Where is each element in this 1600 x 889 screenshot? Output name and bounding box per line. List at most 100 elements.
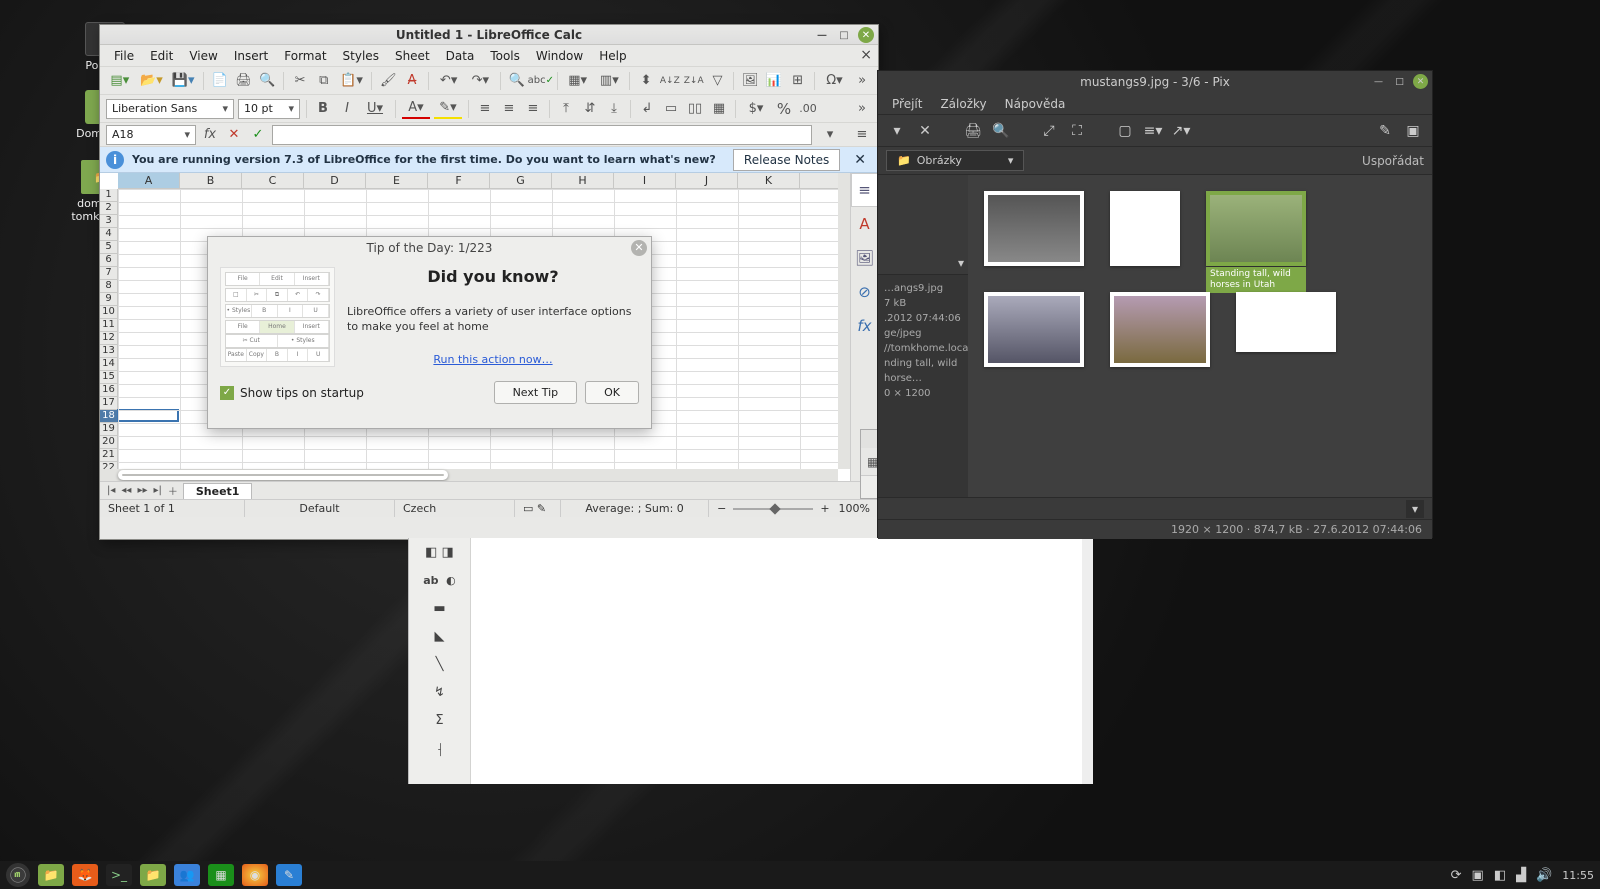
pix-back-icon[interactable]: ▾ [886,120,908,142]
toolbar-overflow-icon[interactable]: » [852,99,872,119]
sidebar-styles-icon[interactable]: A [851,207,878,241]
number-button[interactable]: .00 [798,99,818,119]
column-header[interactable]: H [552,173,614,188]
clear-format-button[interactable]: A̶ [402,71,422,91]
row-header[interactable]: 5 [100,241,117,254]
sheet-next-icon[interactable]: ▸▸ [136,485,148,496]
menu-file[interactable]: File [106,46,142,66]
dialog-close-icon[interactable]: ✕ [631,240,647,256]
find-button[interactable]: 🔍 [507,71,527,91]
underline-button[interactable]: U▾ [361,99,389,119]
unmerge-button[interactable]: ▯▯ [685,99,705,119]
menu-edit[interactable]: Edit [142,46,181,66]
pix-save-icon[interactable]: ▢ [1114,120,1136,142]
thumbnail[interactable] [984,292,1084,367]
menu-help[interactable]: Help [591,46,634,66]
save-button[interactable]: 💾▾ [169,71,197,91]
flag-shape-icon[interactable]: ◣ [409,622,470,650]
row-header[interactable]: 4 [100,228,117,241]
font-color-button[interactable]: A▾ [402,99,430,119]
row-button[interactable]: ▦▾ [564,71,592,91]
zoom-value[interactable]: 100% [839,502,870,515]
row-header[interactable]: 13 [100,345,117,358]
ok-button[interactable]: OK [585,381,639,404]
clone-format-button[interactable]: 🖌 [378,71,398,91]
pix-menu-help[interactable]: Nápověda [997,94,1074,114]
print-button[interactable]: 🖨 [234,71,254,91]
highlight-color-button[interactable]: ✎▾ [434,99,462,119]
currency-button[interactable]: $▾ [742,99,770,119]
menu-format[interactable]: Format [276,46,334,66]
name-box[interactable]: A18▾ [106,125,196,145]
formula-input[interactable] [272,125,812,145]
row-header[interactable]: 8 [100,280,117,293]
rect-shape-icon[interactable]: ▬ [409,594,470,622]
connector-shape-icon[interactable]: ↯ [409,678,470,706]
next-tip-button[interactable]: Next Tip [494,381,578,404]
new-button[interactable]: ▤▾ [106,71,134,91]
sidebar-functions-icon[interactable]: fx [851,309,878,343]
insert-chart-button[interactable]: 📊 [764,71,784,91]
row-header[interactable]: 6 [100,254,117,267]
column-header[interactable]: F [428,173,490,188]
insert-image-button[interactable]: 🖼 [740,71,760,91]
thumbnail[interactable] [1110,292,1210,367]
pivot-button[interactable]: ⊞ [788,71,808,91]
taskbar-firefox-icon[interactable]: 🦊 [72,864,98,886]
column-header[interactable]: J [676,173,738,188]
current-folder-button[interactable]: 📁 Obrázky ▾ [886,150,1024,171]
align-top-button[interactable]: ⤒ [556,99,576,119]
zoom-slider[interactable] [733,508,813,510]
maximize-button[interactable]: □ [836,27,852,43]
dropdown-icon[interactable]: ▾ [1406,500,1424,518]
sheet-prev-icon[interactable]: ◂◂ [120,485,132,496]
pix-menu-go[interactable]: Přejít [884,94,930,114]
taskbar-gedit-icon[interactable]: ✎ [276,864,302,886]
formula-dropdown-icon[interactable]: ▾ [820,125,840,145]
align-vcenter-button[interactable]: ⇵ [580,99,600,119]
paste-button[interactable]: 📋▾ [338,71,366,91]
copy-button[interactable]: ⧉ [314,71,334,91]
organize-button[interactable]: Uspořádat [1362,154,1424,168]
sheet-first-icon[interactable]: |◂ [106,485,116,496]
cancel-input-button[interactable]: ✕ [224,125,244,145]
menu-insert[interactable]: Insert [226,46,276,66]
taskbar-files-icon[interactable]: 📁 [38,864,64,886]
percent-button[interactable]: % [774,99,794,119]
document-page[interactable] [471,538,1085,784]
sum-shape-icon[interactable]: Σ [409,706,470,734]
redo-button[interactable]: ↷▾ [466,71,494,91]
column-header[interactable]: D [304,173,366,188]
pix-menu-bookmarks[interactable]: Záložky [932,94,994,114]
thumbnail[interactable] [1236,292,1336,352]
sheet-tab[interactable]: Sheet1 [183,483,253,499]
row-header[interactable]: 16 [100,384,117,397]
text-shape-icon[interactable]: ab ◐ [409,566,470,594]
zoom-in-icon[interactable]: + [820,502,829,515]
row-header[interactable]: 9 [100,293,117,306]
tray-volume-icon[interactable]: 🔊 [1536,868,1552,883]
zoom-out-icon[interactable]: − [717,502,726,515]
show-tips-checkbox[interactable]: ✓ [220,386,234,400]
tray-network-icon[interactable]: ▟ [1516,868,1526,883]
print-preview-button[interactable]: 🔍 [257,71,277,91]
column-header[interactable]: B [180,173,242,188]
accept-input-button[interactable]: ✓ [248,125,268,145]
menu-sheet[interactable]: Sheet [387,46,438,66]
menu-data[interactable]: Data [438,46,483,66]
undo-button[interactable]: ↶▾ [435,71,463,91]
pix-edit-icon[interactable]: ✎ [1374,120,1396,142]
merge-cells-button[interactable]: ▭ [661,99,681,119]
pix-fullscreen-icon[interactable]: ⤢ [1038,120,1060,142]
column-button[interactable]: ▥▾ [596,71,624,91]
column-header[interactable]: G [490,173,552,188]
row-header[interactable]: 18 [100,410,117,423]
menu-window[interactable]: Window [528,46,591,66]
row-header[interactable]: 12 [100,332,117,345]
taskbar-terminal-icon[interactable]: >_ [106,864,132,886]
toolbar-overflow-icon[interactable]: » [852,71,872,91]
sidebar-properties-icon[interactable]: ≡ [851,173,878,207]
tray-indicator-icon[interactable]: ◧ [1494,868,1506,883]
column-header[interactable]: C [242,173,304,188]
close-button[interactable]: ✕ [858,27,874,43]
